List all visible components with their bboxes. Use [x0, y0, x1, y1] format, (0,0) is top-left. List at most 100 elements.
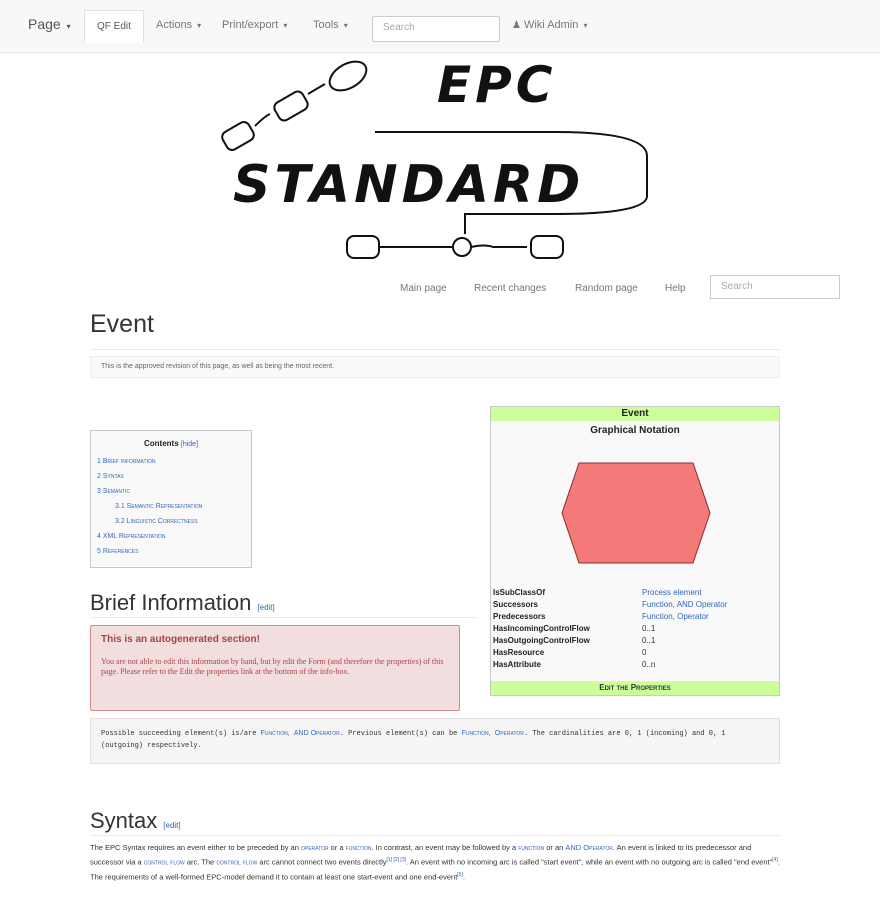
- event-hexagon: [561, 462, 711, 564]
- logo-text-epc: EPC: [437, 56, 557, 114]
- table-of-contents: Contents [hide] 1 Brief information 2 Sy…: [90, 430, 252, 568]
- toc-item[interactable]: 4 XML Representation: [97, 529, 251, 544]
- logo-arc: [254, 113, 271, 127]
- main-page-link[interactable]: Main page: [400, 283, 447, 294]
- property-value-link[interactable]: Function, AND Operator: [640, 599, 779, 611]
- control-flow-link[interactable]: control flow: [144, 858, 185, 867]
- divider: [90, 617, 478, 618]
- property-key: HasResource: [493, 648, 545, 657]
- property-key: IsSubClassOf: [493, 588, 546, 597]
- actions-menu-label: Actions: [156, 19, 193, 31]
- para-text: arc. The: [184, 857, 217, 867]
- infobox-row: IsSubClassOf Process element: [491, 587, 779, 599]
- successor-predecessor-info: Possible succeeding element(s) is/are Fu…: [90, 718, 780, 764]
- edit-section-link[interactable]: [edit]: [257, 603, 274, 612]
- alert-title: This is an autogenerated section!: [101, 634, 260, 645]
- brief-information-heading: Brief Information [edit]: [90, 590, 275, 616]
- caret-down-icon: ▾: [343, 21, 348, 30]
- toc-item[interactable]: 3.1 Semantic Representation: [97, 499, 251, 514]
- property-key: HasAttribute: [493, 660, 542, 669]
- page-menu-label: Page: [28, 16, 61, 32]
- infobox-row: Successors Function, AND Operator: [491, 599, 779, 611]
- infobox-header: Event: [491, 407, 779, 421]
- logo-start-shape: [346, 235, 380, 259]
- para-text: or a: [328, 843, 346, 852]
- autogenerated-alert: This is an autogenerated section! You ar…: [90, 625, 460, 711]
- property-key: HasIncomingControlFlow: [493, 624, 590, 633]
- function-link[interactable]: Function,: [462, 730, 491, 737]
- edit-tab-label: QF Edit: [97, 21, 131, 32]
- logo-operator-circle: [452, 237, 472, 257]
- property-value: 0..1: [642, 636, 656, 645]
- code-text: Possible succeeding element(s) is/are: [101, 730, 261, 738]
- property-value-link[interactable]: Function, Operator: [640, 611, 779, 623]
- control-flow-link[interactable]: control flow: [216, 858, 257, 867]
- logo-function-shape: [273, 90, 309, 122]
- print-export-menu[interactable]: Print/export ▾: [222, 14, 287, 36]
- toc-hide-link[interactable]: [hide]: [181, 441, 198, 448]
- function-link[interactable]: Function,: [261, 730, 290, 737]
- property-value-link[interactable]: Process element: [640, 587, 779, 599]
- syntax-title: Syntax: [90, 808, 158, 833]
- tools-menu[interactable]: Tools ▾: [313, 14, 348, 36]
- print-export-label: Print/export: [222, 19, 279, 31]
- toc-title-label: Contents: [143, 439, 179, 448]
- toc-item[interactable]: 2 Syntax: [97, 469, 251, 484]
- infobox-row: HasAttribute 0..n: [491, 659, 779, 671]
- para-text: .: [462, 872, 465, 881]
- function-link[interactable]: function: [346, 843, 372, 852]
- toc-item[interactable]: 1 Brief information: [97, 454, 251, 469]
- random-page-link[interactable]: Random page: [575, 283, 638, 294]
- page-menu[interactable]: Page ▾: [28, 13, 71, 35]
- user-menu[interactable]: ♟ Wiki Admin ▾: [512, 14, 587, 36]
- infobox-row: HasIncomingControlFlow 0..1: [491, 623, 779, 635]
- edit-properties-link[interactable]: Edit the Properties: [491, 681, 779, 695]
- code-text: . Previous element(s) can be: [339, 730, 462, 738]
- para-text: The EPC Syntax requires an event either …: [90, 843, 301, 852]
- revision-note: This is the approved revision of this pa…: [90, 356, 780, 378]
- toc-item[interactable]: 3.2 Linguistic Correctness: [97, 514, 251, 529]
- property-value: 0..1: [642, 624, 656, 633]
- property-value: 0..n: [642, 660, 656, 669]
- infobox: Event Graphical Notation IsSubClassOf Pro…: [490, 406, 780, 696]
- infobox-row: HasResource 0: [491, 647, 779, 659]
- logo-text-standard: STANDARD: [233, 155, 584, 215]
- caret-down-icon: ▾: [197, 21, 202, 30]
- logo-arc: [470, 244, 527, 248]
- epc-standard-logo[interactable]: EPC STANDARD: [215, 56, 665, 268]
- toc-list: 1 Brief information 2 Syntax 3 Semantic …: [97, 454, 251, 559]
- alert-body: You are not able to edit this informatio…: [101, 657, 444, 676]
- infobox-row: HasOutgoingControlFlow 0..1: [491, 635, 779, 647]
- logo-arc: [307, 83, 326, 95]
- property-key: Successors: [493, 600, 538, 609]
- edit-section-link[interactable]: [edit]: [163, 821, 180, 830]
- logo-function-shape: [221, 121, 255, 151]
- function-link[interactable]: function: [518, 843, 544, 852]
- wiki-search-placeholder: Search: [721, 281, 753, 292]
- help-link[interactable]: Help: [665, 283, 686, 294]
- toc-title: Contents [hide]: [91, 439, 251, 448]
- user-menu-label: Wiki Admin: [523, 19, 579, 31]
- navbar-search-input[interactable]: Search: [372, 16, 500, 42]
- and-operator-link[interactable]: AND Operator: [565, 843, 612, 852]
- actions-menu[interactable]: Actions ▾: [156, 14, 201, 36]
- syntax-heading: Syntax [edit]: [90, 808, 181, 834]
- toc-item[interactable]: 3 Semantic: [97, 484, 251, 499]
- toc-item[interactable]: 5 References: [97, 544, 251, 559]
- logo-ellipse-shape: [328, 60, 368, 92]
- top-navbar: Page ▾ QF Edit Actions ▾ Print/export ▾ …: [0, 0, 880, 53]
- brief-information-title: Brief Information: [90, 590, 252, 615]
- reference-link[interactable]: [1] [2] [3]: [387, 857, 406, 863]
- and-operator-link[interactable]: AND Operator: [294, 730, 340, 737]
- recent-changes-link[interactable]: Recent changes: [474, 283, 546, 294]
- wiki-search-input[interactable]: Search: [710, 275, 840, 299]
- operator-link[interactable]: Operator: [495, 730, 524, 737]
- operator-link[interactable]: operator: [301, 843, 329, 852]
- infobox-properties-table: IsSubClassOf Process element Successors Fu…: [491, 587, 779, 671]
- para-text: . In contrast, an event may be followed …: [371, 843, 519, 852]
- para-text: arc cannot connect two events directly: [257, 857, 387, 867]
- infobox-row: Predecessors Function, Operator: [491, 611, 779, 623]
- page-title: Event: [90, 310, 154, 338]
- para-text: or an: [544, 843, 566, 852]
- edit-tab[interactable]: QF Edit: [84, 10, 144, 43]
